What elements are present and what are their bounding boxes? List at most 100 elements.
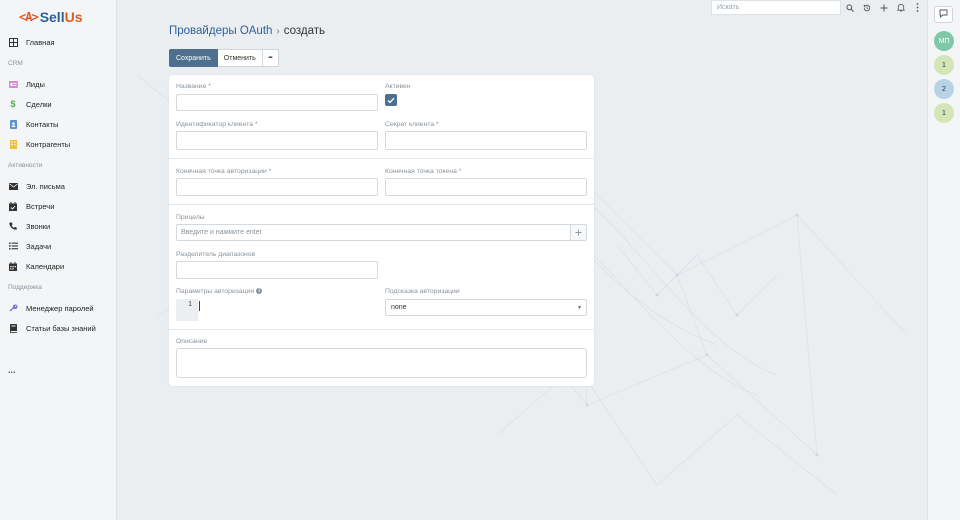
section-divider	[169, 204, 594, 205]
sidebar-item-label: Менеджер паролей	[26, 303, 94, 313]
form-panel: Название * Активен Идентификатор клиента…	[169, 75, 594, 386]
envelope-icon	[8, 181, 18, 191]
notification-badge[interactable]: 1	[934, 55, 954, 75]
auth-endpoint-field[interactable]	[176, 178, 378, 196]
client-id-label: Идентификатор клиента *	[176, 121, 258, 128]
sidebar-item-password-manager[interactable]: Менеджер паролей	[0, 300, 116, 316]
sidebar-item-label: Задачи	[26, 241, 52, 251]
key-icon	[8, 303, 18, 313]
sidebar-item-calendars[interactable]: Календари	[0, 258, 116, 274]
auth-endpoint-label: Конечная точка авторизации *	[176, 168, 272, 175]
name-field[interactable]	[176, 94, 378, 111]
phone-icon	[8, 221, 18, 231]
plus-icon	[575, 229, 582, 236]
dollar-icon: $	[10, 98, 16, 109]
sidebar-item-label: Контакты	[26, 119, 59, 129]
sidebar-item-label: Лиды	[26, 79, 45, 89]
sidebar-group-support: Поддержка	[8, 284, 42, 291]
logo[interactable]: <A> SellUs	[19, 7, 83, 27]
auth-params-editor[interactable]: 1	[176, 299, 200, 321]
more-actions-button[interactable]: •••	[262, 49, 279, 67]
sidebar-item-knowledge-base[interactable]: Статьи базы знаний	[0, 320, 116, 336]
chat-button[interactable]	[934, 6, 953, 23]
menu-dots-icon[interactable]	[909, 0, 926, 15]
notification-badge[interactable]: 2	[934, 79, 954, 99]
scopes-input[interactable]: Введите и нажмите enter	[176, 224, 571, 241]
line-number: 1	[188, 301, 192, 308]
page-title: создать	[283, 25, 326, 37]
sidebar-item-label: Статьи базы знаний	[26, 323, 96, 333]
auth-prompt-label: Подсказка авторизации	[385, 288, 460, 295]
scope-separator-label: Разделитель диапазонов	[176, 251, 256, 258]
breadcrumb: Провайдеры OAuth › создать	[169, 25, 325, 37]
active-checkbox[interactable]	[385, 94, 397, 106]
breadcrumb-separator: ›	[276, 25, 280, 37]
notification-badge[interactable]: 1	[934, 103, 954, 123]
save-button[interactable]: Сохранить	[169, 49, 218, 67]
calendar-icon	[8, 261, 18, 271]
chat-icon	[939, 9, 948, 20]
auth-params-label: Параметры авторизации i	[176, 288, 263, 295]
search-icon[interactable]	[841, 0, 858, 15]
sidebar-item-label: Контрагенты	[26, 139, 71, 149]
chevron-down-icon: ▼	[577, 305, 582, 311]
topbar	[711, 0, 926, 15]
sidebar-item-tasks[interactable]: Задачи	[0, 238, 116, 254]
client-id-field[interactable]	[176, 131, 378, 150]
sidebar-item-calls[interactable]: Звонки	[0, 218, 116, 234]
book-icon	[8, 323, 18, 333]
building-icon	[8, 139, 18, 149]
token-endpoint-field[interactable]	[385, 178, 587, 196]
sidebar-item-label: Сделки	[26, 99, 52, 109]
sidebar-item-accounts[interactable]: Контрагенты	[0, 136, 116, 152]
history-icon[interactable]	[858, 0, 875, 15]
sidebar-group-activities: Активности	[8, 162, 43, 169]
breadcrumb-parent-link[interactable]: Провайдеры OAuth	[169, 25, 272, 37]
calendar-check-icon	[8, 201, 18, 211]
sidebar-item-label: Эл. письма	[26, 181, 65, 191]
user-avatar[interactable]: МП	[934, 31, 954, 51]
bell-icon[interactable]	[892, 0, 909, 15]
sidebar-item-contacts[interactable]: Контакты	[0, 116, 116, 132]
sidebar-item-leads[interactable]: Лиды	[0, 76, 116, 92]
auth-prompt-select[interactable]: none ▼	[385, 299, 587, 316]
editor-caret	[199, 301, 200, 311]
auth-params-label-text: Параметры авторизации	[176, 288, 255, 295]
sidebar-item-meetings[interactable]: Встречи	[0, 198, 116, 214]
info-icon[interactable]: i	[256, 288, 263, 295]
sidebar-item-label: Звонки	[26, 221, 51, 231]
client-secret-label: Секрет клиента *	[385, 121, 439, 128]
section-divider	[169, 329, 594, 330]
sidebar-item-deals[interactable]: $ Сделки	[0, 96, 116, 112]
tasks-icon	[8, 241, 18, 251]
description-label: Описание	[176, 338, 208, 345]
sidebar-more-button[interactable]: ...	[8, 365, 16, 375]
sidebar-item-home[interactable]: Главная	[0, 34, 116, 50]
auth-prompt-value: none	[391, 304, 407, 311]
contact-book-icon	[8, 119, 18, 129]
scopes-label: Прицелы	[176, 214, 205, 221]
add-scope-button[interactable]	[570, 224, 587, 241]
logo-text-part1: Sell	[39, 9, 65, 25]
client-secret-field[interactable]	[385, 131, 587, 150]
sidebar-item-label: Календари	[26, 261, 65, 271]
sidebar-item-label: Встречи	[26, 201, 55, 211]
search-input[interactable]	[711, 0, 841, 15]
plus-icon[interactable]	[875, 0, 892, 15]
sidebar: <A> SellUs Главная CRM Лиды $ Сделки Кон…	[0, 0, 117, 520]
description-field[interactable]	[176, 348, 587, 378]
logo-mark: <A>	[19, 10, 39, 24]
right-sidebar: МП 1 2 1	[927, 0, 960, 520]
active-label: Активен	[385, 83, 411, 90]
grid-icon	[8, 37, 18, 47]
logo-text: SellUs	[40, 9, 83, 25]
sidebar-group-crm: CRM	[8, 60, 23, 67]
cancel-button[interactable]: Отменить	[217, 49, 263, 67]
token-endpoint-label: Конечная точка токена *	[385, 168, 462, 175]
check-icon	[387, 97, 395, 103]
sidebar-item-emails[interactable]: Эл. письма	[0, 178, 116, 194]
logo-text-part2: Us	[64, 9, 83, 25]
name-label: Название *	[176, 83, 211, 90]
sidebar-item-label: Главная	[26, 37, 55, 47]
scope-separator-field[interactable]	[176, 261, 378, 279]
